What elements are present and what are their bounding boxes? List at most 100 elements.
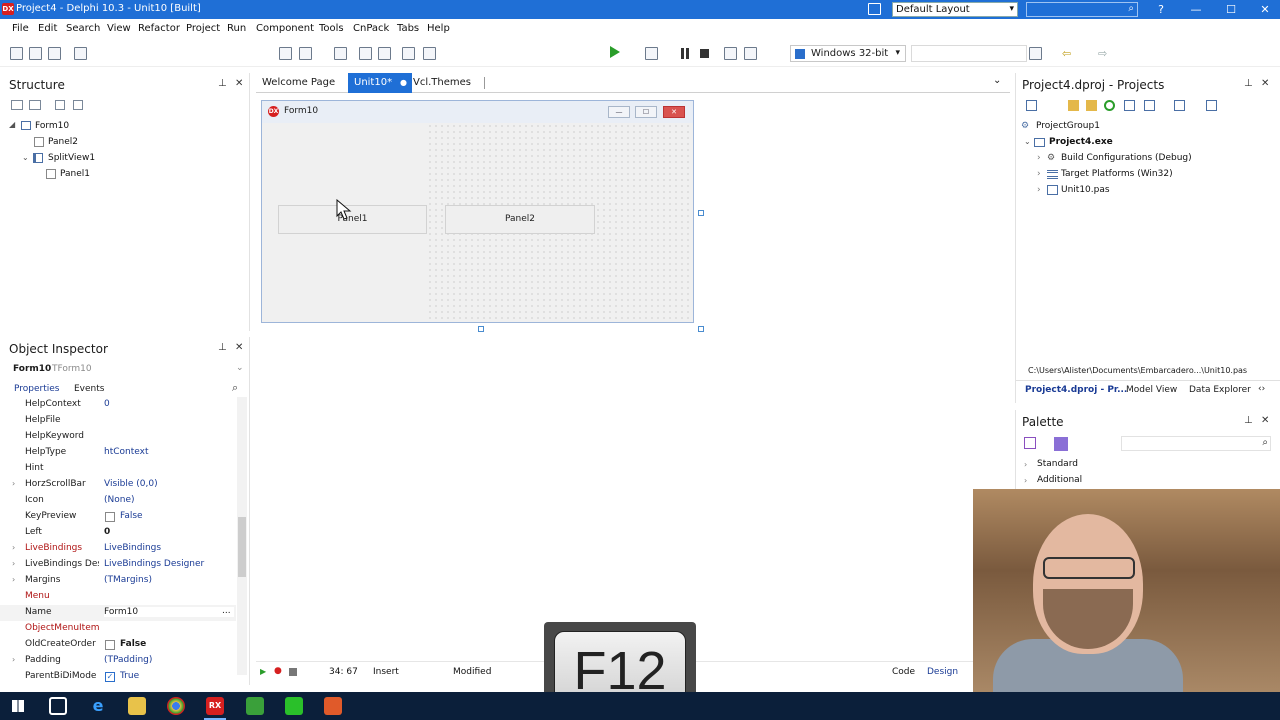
project-tree-item[interactable]: ProjectGroup1 <box>1036 121 1100 131</box>
rad-studio-icon[interactable]: RX <box>206 697 224 715</box>
edge-browser-icon[interactable]: e <box>89 697 107 715</box>
expand-arrow-icon[interactable]: › <box>12 655 15 664</box>
structure-item-panel1[interactable]: Panel1 <box>60 169 90 179</box>
property-row[interactable]: › Padding (TPadding) <box>0 653 236 669</box>
collapse-all-icon[interactable] <box>29 100 41 110</box>
recording-app-icon[interactable] <box>324 697 342 715</box>
property-row[interactable]: HelpContext 0 <box>0 397 236 413</box>
tab-properties[interactable]: Properties <box>14 384 59 394</box>
property-row[interactable]: HelpType htContext <box>0 445 236 461</box>
menu-run[interactable]: Run <box>227 23 246 34</box>
palette-category-additional[interactable]: Additional <box>1037 475 1082 485</box>
expand-arrow-icon[interactable]: › <box>1037 169 1041 179</box>
property-row[interactable]: › LiveBindings Designer LiveBindings Des… <box>0 557 236 573</box>
target-platform-select[interactable]: Windows 32-bit ▾ <box>790 45 906 62</box>
close-icon[interactable]: ✕ <box>235 342 243 353</box>
tab-projects[interactable]: Project4.dproj - Pr... <box>1025 385 1127 395</box>
property-row[interactable]: Left 0 <box>0 525 236 541</box>
project-tree-item-exe[interactable]: Project4.exe <box>1049 137 1113 147</box>
play-macro-icon[interactable]: ▶ <box>260 667 266 676</box>
menu-cnpack[interactable]: CnPack <box>353 23 389 34</box>
build-icon[interactable] <box>1124 100 1135 111</box>
close-button[interactable]: ✕ <box>1250 1 1280 18</box>
pin-icon[interactable]: ⊥ <box>1244 78 1253 89</box>
record-macro-icon[interactable]: ● <box>274 666 282 676</box>
new-items-icon[interactable] <box>29 47 42 60</box>
arrow-right-icon[interactable]: ⇨ <box>1098 47 1108 60</box>
open-project-icon[interactable] <box>299 47 312 60</box>
arrow-left-icon[interactable]: ⇦ <box>1062 47 1072 60</box>
expand-arrow-icon[interactable]: › <box>12 575 15 584</box>
property-row[interactable]: ObjectMenuItem <box>0 621 236 637</box>
view-options-icon[interactable] <box>1206 100 1217 111</box>
property-row[interactable]: ParentBiDiMode ✓ True <box>0 669 236 685</box>
sort-icon[interactable] <box>1174 100 1185 111</box>
checkbox-checked[interactable]: ✓ <box>105 672 115 682</box>
collapse-arrow-icon[interactable]: ⌄ <box>22 153 29 162</box>
property-row[interactable]: Hint <box>0 461 236 477</box>
property-row[interactable]: KeyPreview False <box>0 509 236 525</box>
pause-icon[interactable] <box>681 48 684 59</box>
tab-code[interactable]: Code <box>892 667 915 677</box>
run-without-debug-icon[interactable] <box>645 47 658 60</box>
device-icon[interactable] <box>1029 47 1042 60</box>
expand-arrow-icon[interactable]: › <box>1037 185 1041 195</box>
menu-refactor[interactable]: Refactor <box>138 23 180 34</box>
close-icon[interactable]: ✕ <box>235 78 243 89</box>
save-all-icon[interactable] <box>359 47 372 60</box>
resize-handle[interactable] <box>698 210 704 216</box>
tab-events[interactable]: Events <box>74 384 104 394</box>
windows-start-icon[interactable] <box>12 700 24 712</box>
menu-project[interactable]: Project <box>186 23 220 34</box>
chrome-icon[interactable] <box>167 697 185 715</box>
scrollbar-thumb[interactable] <box>238 517 246 577</box>
close-icon[interactable]: ✕ <box>1261 415 1269 426</box>
build-config-select[interactable] <box>911 45 1027 62</box>
add-file-icon[interactable] <box>402 47 415 60</box>
panel1[interactable]: Panel1 <box>278 205 427 234</box>
checkbox[interactable] <box>105 512 115 522</box>
tab-unit10[interactable]: Unit10* ● <box>348 73 412 93</box>
structure-item-form10[interactable]: Form10 <box>35 121 69 131</box>
folder-icon[interactable] <box>1086 100 1097 111</box>
menu-view[interactable]: View <box>107 23 131 34</box>
sync-icon[interactable] <box>1144 100 1155 111</box>
expand-arrow-icon[interactable]: › <box>1037 153 1041 163</box>
project-tree-item[interactable]: Target Platforms (Win32) <box>1061 169 1173 179</box>
property-row[interactable]: Icon (None) <box>0 493 236 509</box>
folder-icon[interactable] <box>1068 100 1079 111</box>
panel2[interactable]: Panel2 <box>445 205 595 234</box>
move-down-icon[interactable] <box>73 100 83 110</box>
expand-arrow-icon[interactable]: › <box>12 543 15 552</box>
checkbox[interactable] <box>105 640 115 650</box>
expand-arrow-icon[interactable]: › <box>1024 476 1027 485</box>
property-row[interactable]: › HorzScrollBar Visible (0,0) <box>0 477 236 493</box>
file-explorer-icon[interactable] <box>128 697 146 715</box>
menu-tabs[interactable]: Tabs <box>397 23 419 34</box>
resize-handle[interactable] <box>698 326 704 332</box>
inspector-scrollbar[interactable] <box>237 397 247 675</box>
expand-all-icon[interactable] <box>11 100 23 110</box>
close-file-icon[interactable] <box>74 47 87 60</box>
new-project-icon[interactable] <box>1026 100 1037 111</box>
step-over-icon[interactable] <box>724 47 737 60</box>
object-selector[interactable]: Form10 TForm10 ⌄ <box>6 362 246 378</box>
search-icon[interactable]: ⌕ <box>232 381 238 395</box>
new-icon[interactable] <box>10 47 23 60</box>
chevron-down-icon[interactable]: ⌄ <box>993 75 1001 86</box>
menu-search[interactable]: Search <box>66 23 100 34</box>
menu-edit[interactable]: Edit <box>38 23 57 34</box>
resize-handle[interactable] <box>478 326 484 332</box>
menu-file[interactable]: File <box>12 23 29 34</box>
app-icon[interactable] <box>285 697 303 715</box>
expand-arrow-icon[interactable]: › <box>1024 460 1027 469</box>
desktop-layout-icon[interactable] <box>868 3 881 15</box>
tab-design[interactable]: Design <box>927 667 958 677</box>
tab-data-explorer[interactable]: Data Explorer <box>1189 385 1251 395</box>
tab-welcome-page[interactable]: Welcome Page <box>256 73 341 93</box>
save-icon[interactable] <box>334 47 347 60</box>
property-row[interactable]: › Margins (TMargins) <box>0 573 236 589</box>
stop-macro-icon[interactable] <box>289 668 297 676</box>
collapse-arrow-icon[interactable]: ⌄ <box>1024 137 1031 146</box>
move-up-icon[interactable] <box>55 100 65 110</box>
